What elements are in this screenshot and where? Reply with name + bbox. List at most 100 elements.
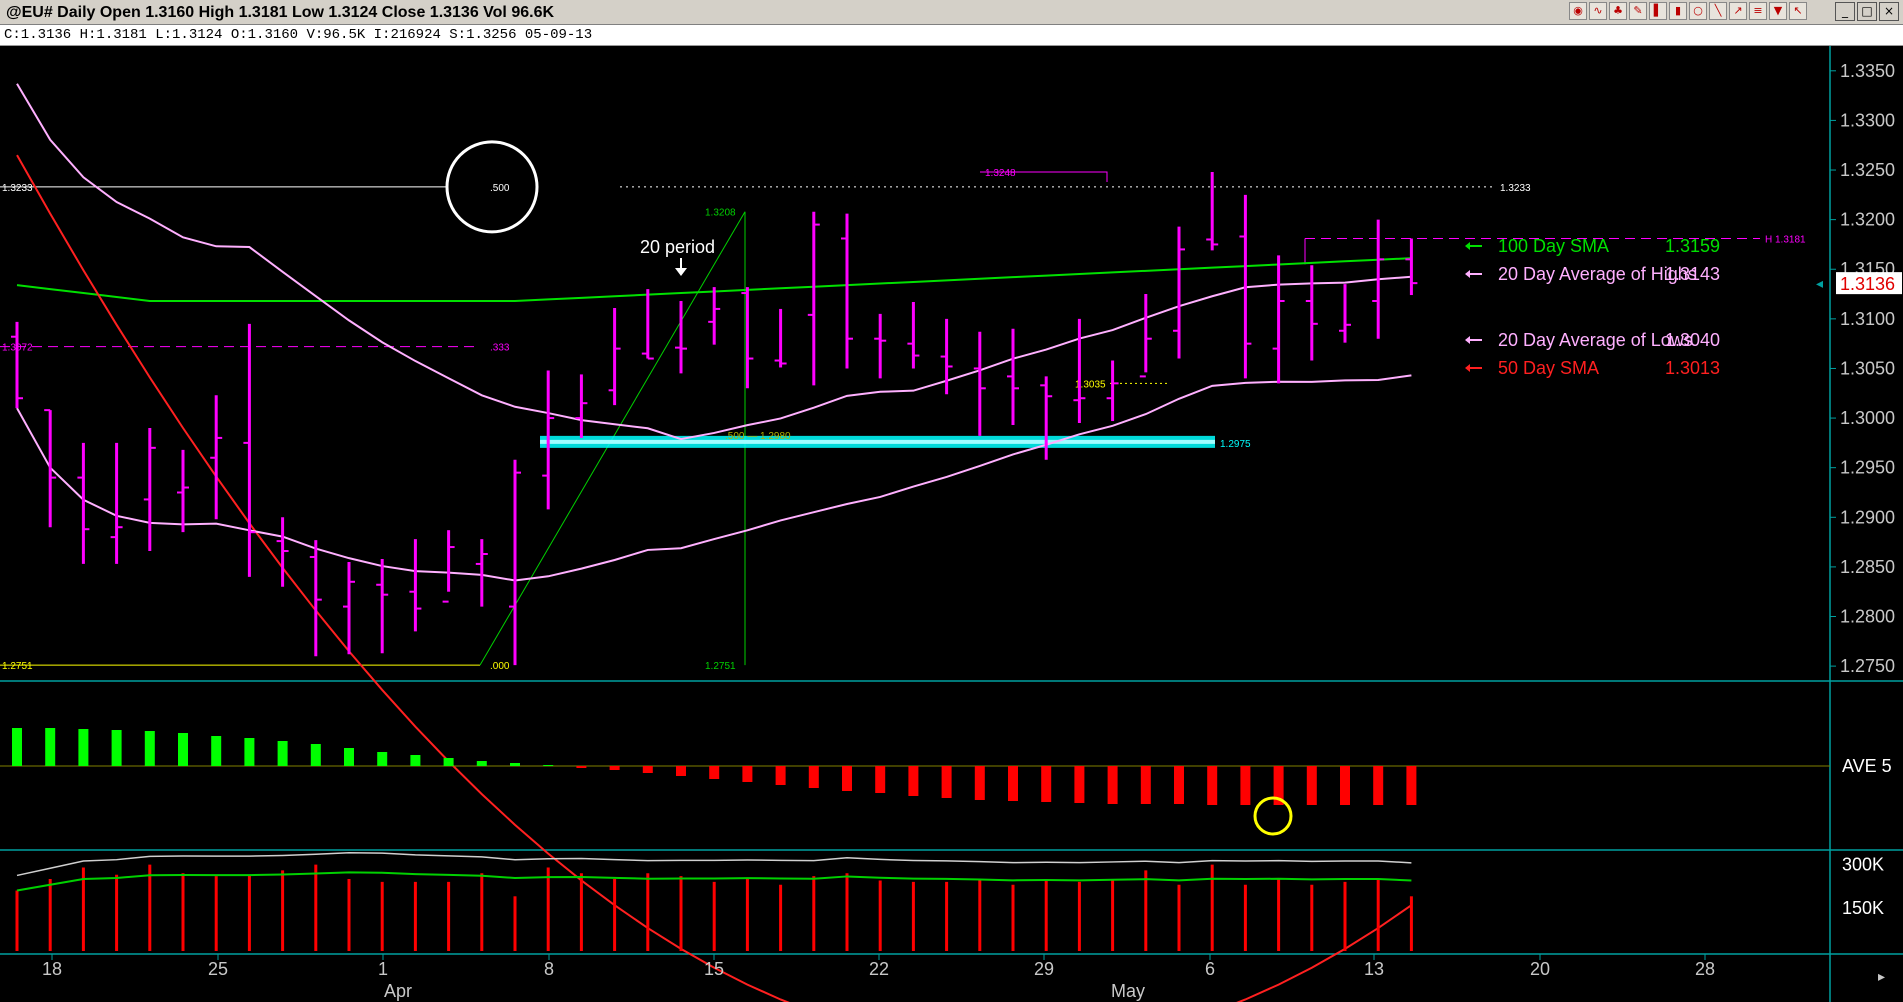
osc-bar — [443, 758, 454, 766]
price-chart[interactable]: 1.33501.33001.32501.32001.31501.31001.30… — [0, 46, 1903, 1002]
y-tick-label: 1.2900 — [1840, 507, 1895, 527]
osc-bar — [1008, 766, 1018, 801]
cursor-icon[interactable]: ↖ — [1789, 2, 1807, 20]
y-tick-label: 1.3000 — [1840, 408, 1895, 428]
osc-bar — [277, 741, 288, 766]
osc-bar — [310, 744, 321, 766]
osc-bar — [410, 755, 421, 766]
fib-000-value: 1.2751 — [2, 661, 33, 672]
channel-value: 1.2975 — [1220, 439, 1251, 450]
legend-label: 100 Day SMA — [1498, 236, 1609, 256]
osc-bar — [344, 748, 354, 766]
osc-bar — [244, 738, 255, 766]
legend-value: 1.3013 — [1665, 358, 1720, 378]
y-tick-label: 1.2850 — [1840, 557, 1895, 577]
osc-bar — [476, 761, 487, 766]
osc-bar — [211, 736, 222, 766]
osc-bar — [642, 766, 653, 773]
candle-icon[interactable]: ▮ — [1669, 2, 1687, 20]
osc-bar — [1074, 766, 1085, 803]
x-tick-label: 8 — [544, 959, 554, 979]
osc-bar — [178, 733, 188, 766]
osc-bar — [78, 729, 89, 766]
osc-bar — [1340, 766, 1350, 805]
legend-label: 20 Day Average of Lows — [1498, 330, 1693, 350]
month-label: Apr — [384, 981, 412, 1001]
y-tick-label: 1.2800 — [1840, 607, 1895, 627]
highlight-circle-osc — [1253, 796, 1293, 836]
osc-bar — [1174, 766, 1184, 804]
trash-icon[interactable]: ▼ — [1769, 2, 1787, 20]
x-tick-label: 6 — [1205, 959, 1215, 979]
window-title: @EU# Daily Open 1.3160 High 1.3181 Low 1… — [6, 4, 555, 21]
line-icon[interactable]: ╲ — [1709, 2, 1727, 20]
osc-bar — [1041, 766, 1052, 802]
y-tick-label: 1.3050 — [1840, 358, 1895, 378]
annotation-20-period: 20 period — [640, 237, 715, 257]
swing-low-label: 1.2751 — [705, 661, 736, 672]
osc-bar — [1306, 766, 1317, 805]
osc-bar — [1240, 766, 1251, 805]
osc-bar — [1207, 766, 1218, 805]
month-label: May — [1111, 981, 1145, 1001]
fib-icon[interactable]: ≡ — [1749, 2, 1767, 20]
osc-label: AVE 5 — [1842, 756, 1892, 776]
osc-bar — [709, 766, 720, 779]
arrow-icon[interactable]: ↗ — [1729, 2, 1747, 20]
x-tick-label: 13 — [1364, 959, 1384, 979]
osc-bar — [543, 765, 554, 766]
y-tick-label: 1.3350 — [1840, 61, 1895, 81]
osc-bar — [808, 766, 819, 788]
osc-bar — [510, 763, 520, 766]
osc-bar — [1406, 766, 1417, 805]
pencil-icon[interactable]: ✎ — [1629, 2, 1647, 20]
restore-icon[interactable]: □ — [1857, 2, 1877, 21]
fib-000-ratio: .000 — [490, 661, 510, 672]
legend-arrow-head-icon — [1465, 242, 1470, 250]
wave-icon[interactable]: ∿ — [1589, 2, 1607, 20]
y-tick-label: 1.3300 — [1840, 110, 1895, 130]
osc-bar — [576, 766, 587, 768]
fib-channel-core — [540, 439, 1215, 444]
osc-bar — [974, 766, 985, 800]
x-tick-label: 28 — [1695, 959, 1715, 979]
minimize-icon[interactable]: _ — [1835, 2, 1855, 21]
osc-bar — [45, 728, 56, 766]
osc-bar — [1140, 766, 1151, 804]
close-icon[interactable]: × — [1879, 2, 1899, 21]
avg-lows-line — [16, 374, 1412, 582]
scroll-right-icon: ▸ — [1878, 968, 1885, 984]
x-tick-label: 20 — [1530, 959, 1550, 979]
x-tick-label: 22 — [869, 959, 889, 979]
osc-bar — [111, 730, 122, 766]
open-interest-line — [16, 852, 1412, 877]
circle-icon[interactable]: ○ — [1689, 2, 1707, 20]
swing-high-label: 1.3208 — [705, 208, 736, 219]
osc-bar — [144, 731, 155, 766]
volume-tick-label: 150K — [1842, 898, 1884, 918]
fib-500-ratio: .500 — [490, 183, 510, 194]
bars-icon[interactable]: ▌ — [1649, 2, 1667, 20]
legend-arrow-head-icon — [1465, 270, 1470, 278]
annotation-arrow-head-icon — [675, 268, 687, 276]
osc-bar — [941, 766, 952, 798]
high-marker-label: H 1.3181 — [1765, 234, 1806, 245]
tree-icon[interactable]: ♣ — [1609, 2, 1627, 20]
legend-value: 1.3159 — [1665, 236, 1720, 256]
osc-bar — [377, 752, 388, 766]
legend-label: 50 Day SMA — [1498, 358, 1599, 378]
osc-bar — [775, 766, 786, 785]
osc-bar — [1107, 766, 1118, 804]
peak-label: 1.3248 — [985, 168, 1016, 179]
y-tick-label: 1.3250 — [1840, 160, 1895, 180]
osc-bar — [875, 766, 886, 793]
osc-bar — [676, 766, 686, 776]
osc-bar — [842, 766, 852, 791]
x-tick-label: 1 — [378, 959, 388, 979]
osc-bar — [1373, 766, 1384, 805]
globe-icon[interactable]: ◉ — [1569, 2, 1587, 20]
y-tick-label: 1.3200 — [1840, 210, 1895, 230]
x-tick-label: 25 — [208, 959, 228, 979]
y-tick-label: 1.2950 — [1840, 458, 1895, 478]
legend-value: 1.3040 — [1665, 330, 1720, 350]
